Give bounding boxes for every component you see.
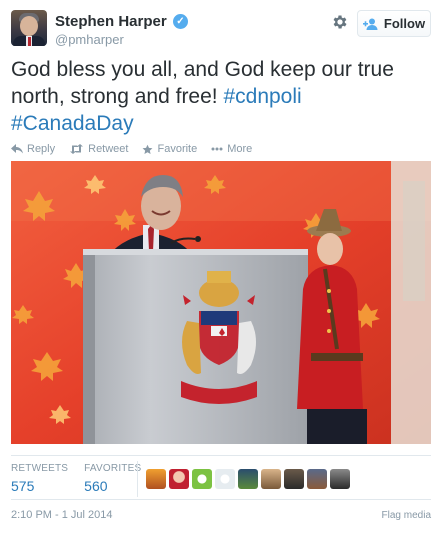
- follow-button[interactable]: Follow: [357, 10, 431, 37]
- reply-action[interactable]: Reply: [11, 143, 55, 155]
- more-dots-icon: [211, 147, 223, 151]
- hashtag-link[interactable]: #CanadaDay: [11, 112, 134, 135]
- retweets-label: RETWEETS: [11, 463, 69, 474]
- tweet-stats: RETWEETS 575 FAVORITES 560: [11, 463, 157, 497]
- favorite-action[interactable]: Favorite: [142, 143, 197, 155]
- favorite-star-icon: [143, 144, 153, 154]
- tweet-media-photo[interactable]: [11, 161, 431, 444]
- divider: [11, 499, 431, 500]
- retweets-count: 575: [11, 478, 35, 494]
- retweet-label: Retweet: [88, 143, 129, 155]
- more-label: More: [227, 143, 253, 155]
- hashtag-link[interactable]: #cdnpoli: [223, 85, 301, 108]
- favoriter-avatars: [146, 469, 350, 489]
- author-avatar[interactable]: [11, 10, 47, 46]
- favoriter-avatar[interactable]: [284, 469, 304, 489]
- favoriter-avatar[interactable]: [330, 469, 350, 489]
- tweet-text: God bless you all, and God keep our true…: [11, 56, 429, 137]
- reply-label: Reply: [27, 143, 56, 155]
- favoriter-avatar[interactable]: [307, 469, 327, 489]
- author-name[interactable]: Stephen Harper: [55, 13, 167, 30]
- follow-person-icon: [362, 18, 378, 30]
- retweets-stat[interactable]: RETWEETS 575: [11, 463, 68, 497]
- divider: [11, 455, 431, 456]
- favoriter-avatar[interactable]: [215, 469, 235, 489]
- follow-button-label: Follow: [383, 16, 426, 31]
- favoriter-avatar[interactable]: [146, 469, 166, 489]
- favorites-label: FAVORITES: [84, 463, 142, 474]
- tweet-body: God bless you all, and God keep our true…: [11, 58, 394, 108]
- favoriter-avatar[interactable]: [169, 469, 189, 489]
- verified-badge-icon: ✓: [173, 14, 188, 29]
- favoriter-avatar[interactable]: [192, 469, 212, 489]
- favoriter-avatar[interactable]: [238, 469, 258, 489]
- favorites-count: 560: [84, 478, 108, 494]
- photo-illustration: [11, 161, 431, 444]
- favoriter-avatar[interactable]: [261, 469, 281, 489]
- author-handle[interactable]: @pmharper: [55, 32, 124, 47]
- gear-icon[interactable]: [331, 13, 349, 31]
- more-action[interactable]: More: [211, 143, 252, 155]
- tweet-header: Stephen Harper ✓ @pmharper Follow: [11, 10, 431, 50]
- tweet-actions: Reply Retweet Favorite More: [11, 142, 266, 156]
- reply-icon: [11, 144, 23, 154]
- retweet-icon: [70, 144, 84, 154]
- favorites-stat[interactable]: FAVORITES 560: [84, 463, 141, 497]
- flag-media-link[interactable]: Flag media: [382, 510, 431, 521]
- retweet-action[interactable]: Retweet: [69, 143, 128, 155]
- tweet-timestamp[interactable]: 2:10 PM - 1 Jul 2014: [11, 509, 113, 521]
- favorite-label: Favorite: [157, 143, 198, 155]
- stats-divider: [137, 461, 138, 497]
